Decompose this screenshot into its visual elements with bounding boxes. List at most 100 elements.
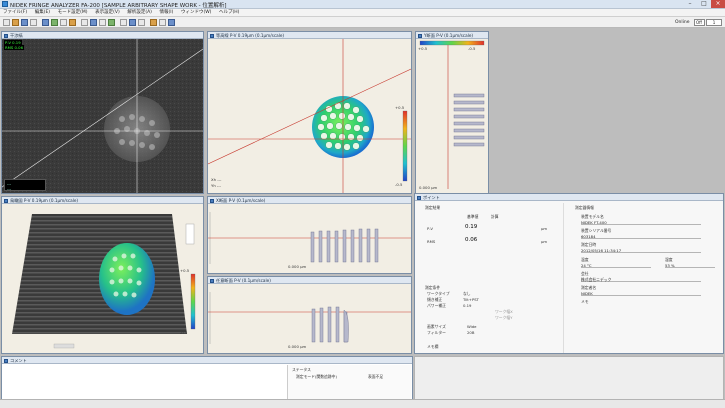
settings-icon[interactable]: [60, 19, 67, 26]
scale-top: +0.5: [180, 268, 190, 273]
layout-icon[interactable]: [129, 19, 136, 26]
report-icon[interactable]: [168, 19, 175, 26]
rms-badge: RMS 0.06: [4, 45, 24, 50]
section-footer: 0.000 µm: [288, 264, 307, 269]
info-divider: [563, 203, 564, 353]
y-section-panel[interactable]: Y断面 P-V (0.1µm/scale) +0.5 -0.5 0.000 µm: [415, 31, 489, 194]
panel-title: Y断面 P-V (0.1µm/scale): [416, 32, 488, 39]
panel-title: 干渉縞: [2, 32, 203, 39]
panel-icon: [210, 198, 214, 203]
menu-bar: ファイル(F) 編集(E) モード設定(M) 表示設定(V) 解析設定(A) 情…: [0, 9, 725, 17]
menu-mode[interactable]: モード設定(M): [55, 9, 91, 17]
menu-analysis[interactable]: 解析設定(A): [124, 9, 155, 17]
arbitrary-section-panel[interactable]: 任意断面 P-V (0.1µm/scale) 0.000 µm: [207, 276, 412, 354]
panel-title: 等高線 P-V 0.19µm (0.1µm/scale): [208, 32, 411, 39]
menu-view[interactable]: 表示設定(V): [92, 9, 123, 17]
view-icon[interactable]: [90, 19, 97, 26]
fringe-image: [2, 39, 203, 193]
serial-value: 603184: [581, 234, 701, 239]
scale-bottom: -0.5: [468, 46, 476, 51]
panel-title: 鳥瞰図 P-V 0.19µm (0.1µm/scale): [2, 197, 203, 204]
menu-help[interactable]: ヘルプ(H): [216, 9, 242, 17]
contour-panel[interactable]: 等高線 P-V 0.19µm (0.1µm/scale) +0.5 -0.5 X…: [207, 31, 412, 194]
grid-icon[interactable]: [99, 19, 106, 26]
pv-value: 0.19: [465, 224, 478, 230]
display-select[interactable]: Off: [694, 19, 705, 26]
section-result: 測定結果: [425, 205, 441, 210]
x-section-chart: [208, 212, 411, 264]
panel-icon: [210, 278, 214, 283]
fringe-legend: --- ---: [4, 179, 46, 191]
panel-icon: [4, 358, 8, 363]
menu-edit[interactable]: 編集(E): [32, 9, 53, 17]
cond-label-2: パワー補正: [427, 303, 446, 308]
fringe-view[interactable]: P-V 0.19 RMS 0.06 --- ---: [2, 39, 203, 193]
temp-value: 24 °C: [581, 263, 651, 268]
maximize-button[interactable]: □: [697, 0, 711, 8]
col-calc: 計算: [491, 214, 499, 219]
arbitrary-section-chart: [208, 292, 411, 344]
help-icon[interactable]: [150, 19, 157, 26]
fringe-panel[interactable]: 干渉縞 P-V 0.19 RMS 0.06 --- ---: [1, 31, 204, 194]
scale-top: +0.5: [418, 46, 428, 51]
3d-view[interactable]: +0.5 -0.5: [2, 204, 203, 353]
window-icon[interactable]: [138, 19, 145, 26]
info-icon[interactable]: [159, 19, 166, 26]
print-icon[interactable]: [30, 19, 37, 26]
model-value: NIDEK FT-400: [581, 220, 701, 225]
cond-side-b: ワーク幅Y: [495, 315, 513, 320]
panel-icon: [418, 33, 422, 38]
cond-value-2: 0.19: [463, 303, 472, 308]
display-controls: Online Off 1: [675, 18, 723, 27]
x-section-panel[interactable]: X断面 P-V (0.1µm/scale) 0.000 µm: [207, 196, 412, 274]
status-bar: [0, 399, 725, 408]
section-footer: 0.000 µm: [419, 185, 438, 190]
open-icon[interactable]: [12, 19, 19, 26]
app-icon: [2, 1, 8, 7]
save-icon[interactable]: [21, 19, 28, 26]
operator-value: NIDEK: [581, 291, 701, 296]
delete-icon[interactable]: [120, 19, 127, 26]
display-number[interactable]: 1: [706, 19, 722, 26]
panel-icon: [210, 33, 214, 38]
legend-y: Yh ---: [211, 183, 222, 188]
scale-bottom: -0.5: [180, 330, 188, 335]
panel-icon: [4, 198, 8, 203]
status-right: 表面不足: [368, 374, 384, 379]
3d-view-panel[interactable]: 鳥瞰図 P-V 0.19µm (0.1µm/scale) +0.5 -0.5: [1, 196, 204, 354]
close-button[interactable]: ×: [711, 0, 725, 8]
window-title: NIDEK FRINGE ANALYZER FA-200 [SAMPLE ARB…: [10, 3, 227, 9]
menu-file[interactable]: ファイル(F): [0, 9, 30, 17]
menu-window[interactable]: ウィンドウ(W): [178, 9, 214, 17]
copy-icon[interactable]: [69, 19, 76, 26]
arbitrary-section-view[interactable]: 0.000 µm: [208, 284, 411, 353]
info-panel: ポイント 測定結果 基準値 計算 P-V 0.19 µm RMS 0.06 µm…: [414, 193, 724, 354]
minimize-button[interactable]: –: [683, 0, 697, 8]
new-icon[interactable]: [3, 19, 10, 26]
toolbar: Online Off 1: [0, 17, 725, 28]
x-section-view[interactable]: 0.000 µm: [208, 204, 411, 273]
status-title: ステータス: [292, 367, 311, 372]
panel-title: 任意断面 P-V (0.1µm/scale): [208, 277, 411, 284]
display-label: Online: [675, 20, 690, 25]
filter-label: フィルター: [427, 330, 446, 335]
rms-value: 0.06: [465, 237, 478, 243]
menu-info[interactable]: 情報(I): [157, 9, 177, 17]
panel-icon: [417, 195, 421, 200]
export-icon[interactable]: [108, 19, 115, 26]
col-reference: 基準値: [467, 214, 479, 219]
contour-image: [208, 39, 411, 193]
analyze-icon[interactable]: [51, 19, 58, 26]
zoom-icon[interactable]: [81, 19, 88, 26]
status-left: 測定モード(関数追跡中): [296, 374, 337, 379]
panel-title: コメント: [2, 357, 412, 364]
cond-value-1: Tilt+PST: [463, 297, 480, 302]
mask-value: Wide: [467, 324, 477, 329]
contour-view[interactable]: +0.5 -0.5 Xh --- Yh ---: [208, 39, 411, 193]
pv-label: P-V: [427, 226, 433, 231]
measure-icon[interactable]: [42, 19, 49, 26]
y-section-view[interactable]: +0.5 -0.5 0.000 µm: [416, 39, 488, 193]
panel-title: X断面 P-V (0.1µm/scale): [208, 197, 411, 204]
pv-unit: µm: [541, 226, 548, 231]
workspace: 干渉縞 P-V 0.19 RMS 0.06 --- --- 等高線 P-V 0.…: [0, 28, 725, 408]
